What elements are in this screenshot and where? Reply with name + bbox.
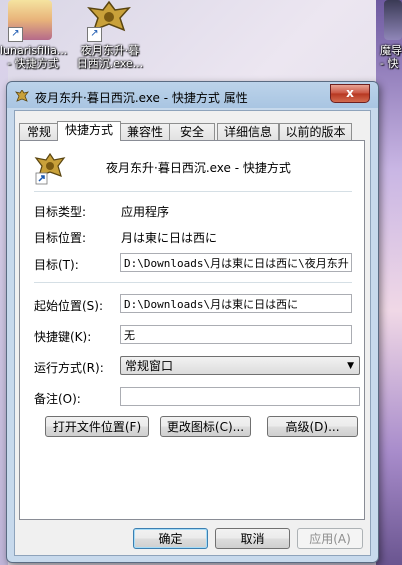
tab-details[interactable]: 详细信息 — [217, 123, 279, 140]
desktop-icon-label: 日西沉.exe... — [76, 57, 144, 70]
open-file-location-button[interactable]: 打开文件位置(F) — [45, 416, 149, 437]
cancel-button[interactable]: 取消 — [215, 528, 290, 549]
tab-previous-versions[interactable]: 以前的版本 — [279, 123, 352, 140]
target-type-value: 应用程序 — [121, 205, 170, 219]
comment-label: 备注(O): — [34, 392, 81, 406]
apply-button[interactable]: 应用(A) — [297, 528, 363, 549]
target-input[interactable]: D:\Downloads\月は東に日は西に\夜月东升· — [120, 253, 352, 272]
target-location-value: 月は東に日は西に — [121, 231, 218, 245]
desktop-icon-label: - 快捷方式 — [7, 57, 59, 70]
chevron-down-icon: ▼ — [347, 361, 354, 371]
close-button[interactable]: x — [330, 84, 370, 103]
properties-dialog: 夜月东升·暮日西沉.exe - 快捷方式 属性 x 常规 快捷方式 兼容性 安全… — [6, 81, 379, 563]
shortcut-tab-panel: 夜月东升·暮日西沉.exe - 快捷方式 目标类型: 应用程序 目标位置: 月は… — [19, 140, 365, 520]
target-location-label: 目标位置: — [34, 231, 87, 245]
dialog-title: 夜月东升·暮日西沉.exe - 快捷方式 属性 — [35, 91, 248, 105]
desktop-icon-madou-image[interactable] — [384, 0, 402, 40]
advanced-button[interactable]: 高级(D)... — [267, 416, 358, 437]
hotkey-label: 快捷键(K): — [34, 330, 92, 344]
desktop-icon-label: - 快 — [380, 57, 399, 70]
desktop-icon-madou[interactable]: 魔导 - 快 — [380, 44, 402, 70]
hotkey-input[interactable]: 无 — [120, 325, 352, 344]
divider — [34, 191, 352, 192]
change-icon-button[interactable]: 更改图标(C)... — [160, 416, 251, 437]
tab-security[interactable]: 安全 — [169, 123, 215, 140]
dialog-titlebar[interactable]: 夜月东升·暮日西沉.exe - 快捷方式 属性 x — [7, 82, 378, 110]
ok-button[interactable]: 确定 — [133, 528, 208, 549]
desktop-icon-label: 魔导 — [380, 44, 402, 57]
desktop-icon-label: lunarisfilia... — [0, 44, 68, 57]
start-in-input[interactable]: D:\Downloads\月は東に日は西に — [120, 294, 352, 313]
wallpaper-anime-art-right — [376, 0, 402, 565]
start-in-label: 起始位置(S): — [34, 299, 104, 313]
run-dropdown-value: 常规窗口 — [125, 359, 174, 373]
comment-input[interactable] — [120, 387, 360, 406]
target-type-label: 目标类型: — [34, 205, 87, 219]
target-label: 目标(T): — [34, 258, 79, 272]
run-dropdown[interactable]: 常规窗口 ▼ — [120, 356, 360, 375]
app-emblem-icon — [34, 153, 66, 185]
tab-shortcut[interactable]: 快捷方式 — [57, 121, 121, 141]
app-emblem-icon — [15, 90, 29, 102]
desktop-icon-lunarisfilia[interactable]: lunarisfilia... - 快捷方式 — [0, 44, 68, 70]
desktop-icon-label: 夜月东升·暮 — [80, 44, 140, 57]
shortcut-name: 夜月东升·暮日西沉.exe - 快捷方式 — [106, 161, 291, 175]
tab-general[interactable]: 常规 — [19, 123, 59, 140]
shortcut-arrow-icon: ↗ — [8, 27, 23, 42]
divider — [34, 282, 352, 283]
run-label: 运行方式(R): — [34, 361, 104, 375]
dialog-client-area: 常规 快捷方式 兼容性 安全 详细信息 以前的版本 夜月东升·暮日西沉.exe … — [14, 110, 371, 556]
tab-compatibility[interactable]: 兼容性 — [119, 123, 171, 140]
shortcut-arrow-icon: ↗ — [87, 27, 102, 42]
tab-strip: 常规 快捷方式 兼容性 安全 详细信息 以前的版本 — [19, 121, 366, 141]
desktop-icon-yoake-shortcut[interactable]: 夜月东升·暮 日西沉.exe... — [72, 44, 148, 70]
